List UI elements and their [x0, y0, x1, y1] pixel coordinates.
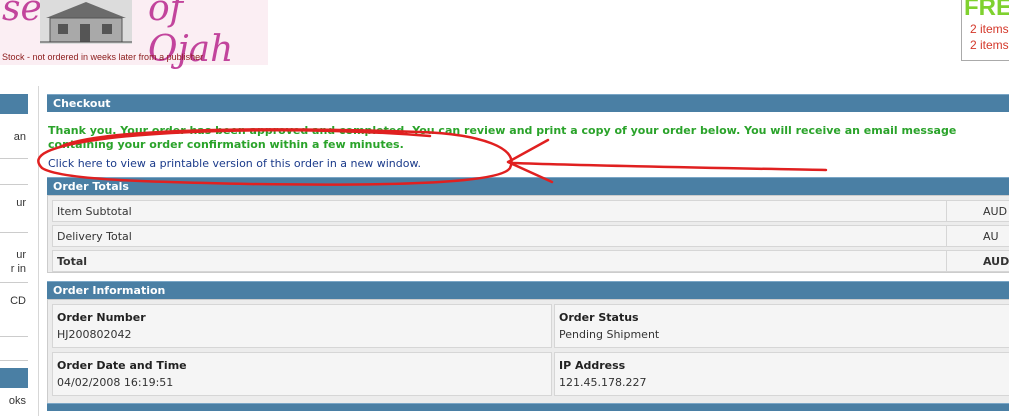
sidebar-header	[0, 94, 28, 114]
free-shipping-banner: FRE	[964, 0, 1009, 21]
sidebar-divider	[0, 158, 28, 159]
sidebar-divider	[0, 232, 28, 233]
sidebar-divider	[0, 282, 28, 283]
main-content: Checkout Thank you. Your order has been …	[38, 86, 1009, 416]
cart-summary[interactable]: FRE 2 items 2 items	[961, 0, 1009, 61]
header-tagline: Stock - not ordered in weeks later from …	[2, 52, 204, 62]
order-number-label: Order Number	[57, 311, 146, 324]
checkout-title: Checkout	[47, 94, 1009, 112]
sidebar-divider	[0, 184, 28, 185]
sidebar-item[interactable]: oks	[0, 394, 28, 408]
sidebar-item[interactable]: an	[0, 130, 28, 144]
sidebar-item[interactable]: ur r in	[0, 248, 28, 276]
site-logo[interactable]: se of Ojah Stock - not ordered in weeks …	[0, 0, 268, 70]
logo-text-left: se	[2, 0, 42, 29]
delivery-label: Delivery Total	[57, 230, 132, 243]
table-row: Item Subtotal AUD	[52, 200, 1009, 222]
total-label: Total	[57, 255, 88, 268]
ip-address-cell: IP Address 121.45.178.227	[554, 352, 1009, 396]
sidebar-item[interactable]: CD	[0, 294, 28, 308]
printable-order-link[interactable]: Click here to view a printable version o…	[48, 157, 421, 170]
left-sidebar: an ur ur r in CD oks	[0, 90, 28, 409]
next-section-bar	[47, 403, 1009, 411]
table-row: Delivery Total AU	[52, 225, 1009, 247]
cell-divider	[946, 201, 947, 221]
order-information-panel: Order Number HJ200802042 Order Status Pe…	[47, 299, 1009, 407]
order-confirmation-message: Thank you. Your order has been approved …	[48, 124, 957, 151]
cell-divider	[946, 226, 947, 246]
site-header: se of Ojah Stock - not ordered in weeks …	[0, 0, 1009, 88]
delivery-value: AU	[983, 230, 999, 243]
sidebar-header	[0, 368, 28, 388]
cart-items-count[interactable]: 2 items	[970, 22, 1009, 36]
ip-address-label: IP Address	[559, 359, 626, 372]
order-date-value: 04/02/2008 16:19:51	[57, 376, 174, 389]
order-status-cell: Order Status Pending Shipment	[554, 304, 1009, 348]
sidebar-divider	[0, 336, 28, 337]
order-number-cell: Order Number HJ200802042	[52, 304, 552, 348]
order-date-cell: Order Date and Time 04/02/2008 16:19:51	[52, 352, 552, 396]
order-totals-title: Order Totals	[47, 177, 1009, 195]
order-number-value: HJ200802042	[57, 328, 132, 341]
order-status-label: Order Status	[559, 311, 639, 324]
subtotal-value: AUD	[983, 205, 1008, 218]
order-totals-panel: Item Subtotal AUD Delivery Total AU Tota…	[47, 195, 1009, 273]
sidebar-item[interactable]: ur	[0, 196, 28, 210]
ip-address-value: 121.45.178.227	[559, 376, 647, 389]
order-information-title: Order Information	[47, 281, 1009, 299]
house-logo-icon	[40, 0, 132, 44]
total-value: AUD	[983, 255, 1009, 268]
order-date-label: Order Date and Time	[57, 359, 187, 372]
cell-divider	[946, 251, 947, 271]
subtotal-label: Item Subtotal	[57, 205, 132, 218]
table-row: Total AUD	[52, 250, 1009, 272]
sidebar-divider	[0, 360, 28, 361]
cart-items-count-2[interactable]: 2 items	[970, 38, 1009, 52]
order-status-value: Pending Shipment	[559, 328, 660, 341]
